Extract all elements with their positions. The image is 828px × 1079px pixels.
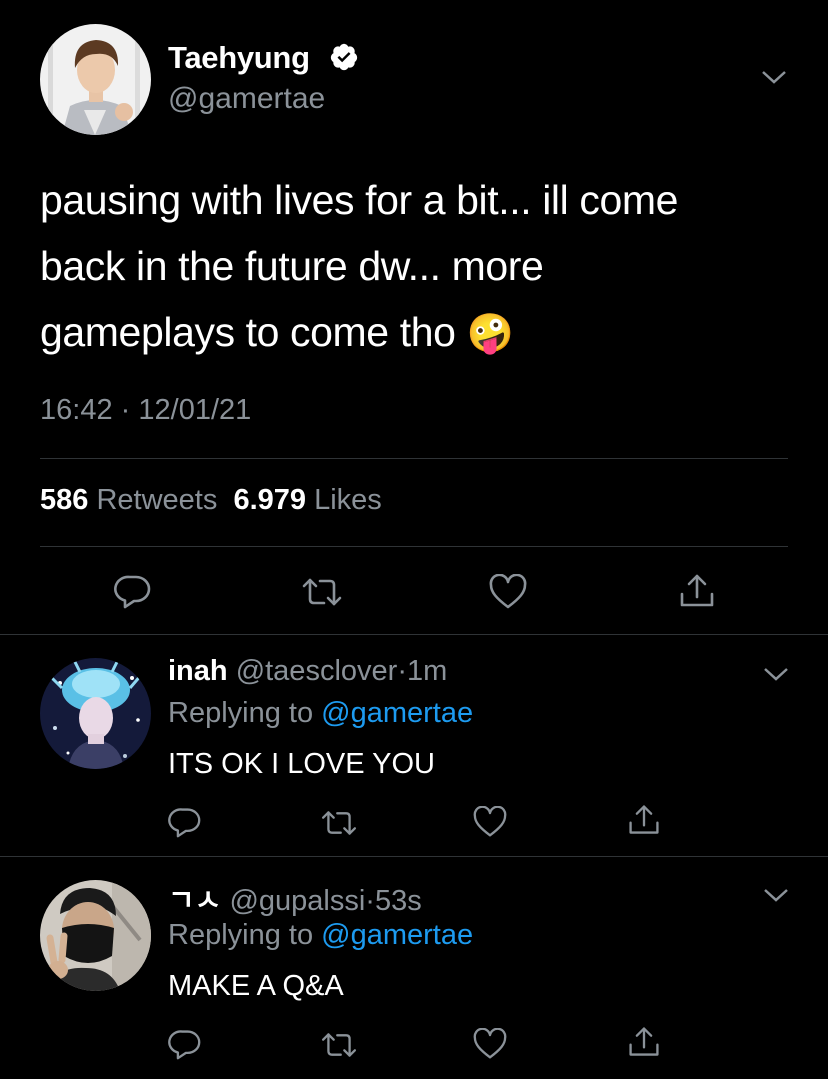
divider — [0, 856, 828, 857]
reply-author-handle[interactable]: @taesclover — [236, 655, 398, 687]
replying-to: Replying to @gamertae — [168, 919, 473, 952]
tweet-time: 16:42 — [40, 394, 113, 426]
likes-label: Likes — [314, 484, 382, 516]
chevron-down-icon[interactable] — [762, 665, 790, 685]
retweets-count: 586 — [40, 484, 89, 516]
author-name[interactable]: Taehyung — [168, 40, 310, 76]
like-icon[interactable] — [472, 1028, 508, 1060]
like-icon[interactable] — [472, 806, 508, 838]
verified-badge-icon — [329, 42, 359, 77]
chevron-down-icon[interactable] — [762, 886, 790, 906]
reply-icon[interactable] — [168, 1028, 202, 1060]
reply-icon[interactable] — [168, 806, 202, 838]
reply-header: inah @taesclover·1m — [168, 655, 447, 688]
divider — [40, 458, 788, 459]
chevron-down-icon[interactable] — [760, 68, 788, 88]
tweet-timestamp: 16:42 · 12/01/21 — [40, 394, 251, 427]
share-icon[interactable] — [626, 1025, 662, 1059]
share-icon[interactable] — [626, 803, 662, 837]
replying-to: Replying to @gamertae — [168, 697, 473, 730]
reply-author-name[interactable]: ㄱㅅ — [168, 885, 221, 917]
replying-to-label: Replying to — [168, 697, 314, 729]
replying-to-handle[interactable]: @gamertae — [321, 919, 473, 951]
retweet-icon[interactable] — [319, 1030, 359, 1060]
tweet-text: pausing with lives for a bit... ill come… — [40, 167, 790, 367]
replying-to-handle[interactable]: @gamertae — [321, 697, 473, 729]
reply-header: ㄱㅅ @gupalssi·53s — [168, 877, 422, 919]
divider — [40, 546, 788, 547]
meta-separator: · — [120, 394, 131, 426]
reply-author-name[interactable]: inah — [168, 655, 228, 687]
likes-count: 6.979 — [233, 484, 307, 516]
tweet-text-line-3: gameplays to come tho 🤪 — [40, 299, 790, 367]
retweet-icon[interactable] — [319, 808, 359, 838]
share-icon[interactable] — [677, 572, 717, 610]
reply-time: 1m — [406, 655, 448, 687]
reply-avatar[interactable] — [40, 658, 151, 769]
main-avatar[interactable] — [40, 24, 151, 135]
tweet-text-line-1: pausing with lives for a bit... ill come — [40, 177, 678, 223]
reply-author-handle[interactable]: @gupalssi — [229, 885, 365, 917]
divider — [0, 634, 828, 635]
author-handle[interactable]: @gamertae — [168, 82, 325, 116]
reply-text: ITS OK I LOVE YOU — [168, 748, 435, 780]
reply-text: MAKE A Q&A — [168, 970, 344, 1002]
retweets-stat[interactable]: 586 Retweets — [40, 484, 217, 516]
retweet-icon[interactable] — [300, 575, 344, 609]
likes-stat[interactable]: 6.979 Likes — [233, 484, 381, 516]
tweet-text-line-2: back in the future dw... more — [40, 243, 544, 289]
tweet-stats: 586 Retweets 6.979 Likes — [40, 484, 382, 517]
reply-separator: · — [397, 655, 407, 687]
replying-to-label: Replying to — [168, 919, 314, 951]
reply-icon[interactable] — [114, 573, 152, 609]
retweets-label: Retweets — [96, 484, 218, 516]
emoji: 🤪 — [466, 313, 514, 355]
tweet-text-line-3-text: gameplays to come tho — [40, 309, 456, 355]
reply-separator: · — [365, 885, 375, 917]
reply-time: 53s — [374, 885, 422, 917]
reply-avatar[interactable] — [40, 880, 151, 991]
tweet-date: 12/01/21 — [138, 394, 252, 426]
like-icon[interactable] — [488, 574, 528, 610]
